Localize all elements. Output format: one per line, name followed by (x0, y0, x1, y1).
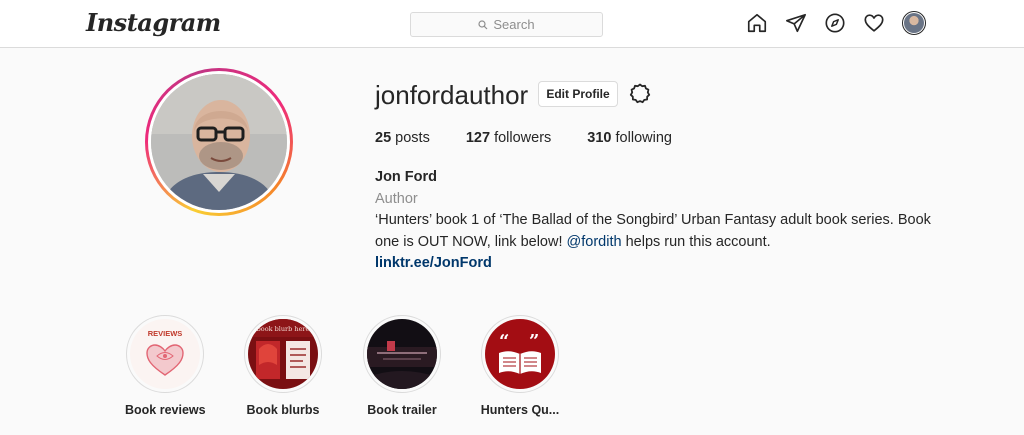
highlight-cover: book blurb here (248, 319, 318, 389)
search-placeholder: Search (493, 17, 535, 32)
top-navigation-bar: Instagram Search (0, 0, 1024, 48)
profile-stats: 25 posts 127 followers 310 following (375, 130, 708, 146)
highlight-cover: REVIEWS (130, 319, 200, 389)
explore-icon[interactable] (824, 12, 846, 34)
highlight-book-trailer[interactable]: Book trailer (362, 315, 442, 417)
followers-link[interactable]: 127 followers (466, 130, 551, 146)
profile-bio: Jon Ford Author ‘Hunters’ book 1 of ‘The… (375, 167, 935, 275)
profile-avatar[interactable] (145, 68, 293, 216)
nav-icons (746, 11, 926, 35)
highlight-cover (367, 319, 437, 389)
following-link[interactable]: 310 following (587, 130, 672, 146)
search-icon (478, 19, 488, 29)
home-icon[interactable] (746, 12, 768, 34)
bio-text: ‘Hunters’ book 1 of ‘The Ballad of the S… (375, 212, 931, 250)
profile-photo (151, 74, 287, 210)
heart-icon[interactable] (863, 12, 885, 34)
svg-text:“: “ (499, 331, 509, 352)
search-input[interactable]: Search (410, 12, 603, 37)
bio-external-link[interactable]: linktr.ee/JonFord (375, 253, 935, 275)
highlight-cover-text: book blurb here (257, 325, 310, 333)
bio-mention-link[interactable]: @fordith (567, 234, 622, 250)
settings-gear-icon[interactable] (628, 82, 652, 106)
direct-message-icon[interactable] (785, 12, 807, 34)
profile-category: Author (375, 190, 418, 207)
highlight-cover-text: REVIEWS (148, 329, 183, 338)
highlight-book-reviews[interactable]: REVIEWS Book reviews (125, 315, 206, 417)
profile-full-name: Jon Ford (375, 169, 438, 185)
profile-username: jonfordauthor (375, 80, 529, 110)
posts-count: 25 posts (375, 130, 430, 146)
edit-profile-button[interactable]: Edit Profile (538, 81, 618, 107)
highlight-hunters-quotes[interactable]: “ ” Hunters Qu... (480, 315, 560, 417)
highlight-cover: “ ” (485, 319, 555, 389)
highlight-book-blurbs[interactable]: book blurb here Book blurbs (243, 315, 323, 417)
instagram-logo[interactable]: Instagram (86, 8, 221, 37)
svg-text:”: ” (529, 331, 539, 352)
profile-avatar-icon[interactable] (902, 11, 926, 35)
